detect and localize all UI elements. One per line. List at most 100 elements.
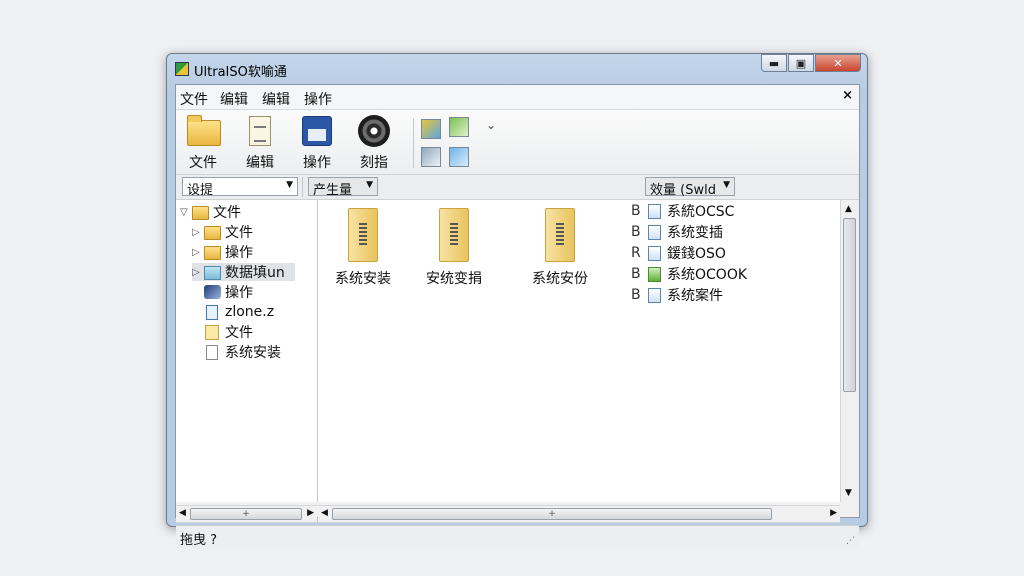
toolbar-open-button[interactable]: 文件 (180, 114, 226, 172)
total-size-combo[interactable]: 效量 (Swld ▼ (645, 177, 735, 198)
document-icon (243, 114, 277, 148)
tree-item[interactable]: zlone.z (204, 303, 274, 321)
total-size-value: 效量 (Swld (650, 183, 716, 198)
file-icon (648, 287, 661, 303)
disc-image-icon (204, 285, 221, 299)
add-files-icon[interactable] (449, 117, 469, 137)
app-window: UltraISO软喻通 ▬ ▣ ✕ 文件 编辑 编辑 操作 × 文件 编辑 操作… (166, 53, 868, 548)
toolbar-burn-button[interactable]: 刻指 (351, 114, 397, 172)
file-icon (648, 266, 661, 282)
list-item[interactable]: R 鍰錢OSO (631, 244, 726, 262)
tree-item[interactable]: 文件 (204, 323, 253, 341)
scroll-right-icon[interactable]: ▶ (830, 508, 837, 518)
menubar-close-icon[interactable]: × (842, 88, 853, 103)
scroll-right-icon[interactable]: ▶ (307, 508, 314, 518)
list-item[interactable]: B 系统案件 (631, 286, 723, 304)
scroll-thumb[interactable]: + (190, 508, 302, 520)
scroll-up-icon[interactable]: ▲ (845, 204, 852, 214)
size-combo[interactable]: 产生量 ▼ (308, 177, 378, 198)
file-icon (648, 203, 661, 219)
filter-bar: 设提 ▼ 产生量 ▼ 效量 (Swld ▼ (176, 175, 859, 200)
folder-icon (204, 226, 221, 240)
minimize-button[interactable]: ▬ (761, 54, 787, 72)
status-text: 拖曳 ? (180, 533, 218, 548)
toolbar-save-button[interactable]: 操作 (294, 114, 340, 172)
toolbar-edit-button[interactable]: 编辑 (237, 114, 283, 172)
list-item-prefix: B (631, 287, 641, 303)
tree-item-selected[interactable]: ▷ 数据填un (192, 263, 295, 281)
tree-item[interactable]: ▷ 文件 (192, 223, 253, 241)
file-icon (205, 324, 219, 340)
properties-icon[interactable] (449, 147, 469, 167)
floppy-disk-icon (300, 114, 334, 148)
scroll-thumb[interactable]: + (332, 508, 772, 520)
scroll-left-icon[interactable]: ◀ (179, 508, 186, 518)
scroll-left-icon[interactable]: ◀ (321, 508, 328, 518)
list-item-prefix: B (631, 203, 641, 219)
scroll-thumb[interactable] (843, 218, 856, 392)
zip-folder-icon (346, 208, 380, 262)
expand-icon[interactable]: ▷ (192, 227, 204, 238)
files-horizontal-scrollbar[interactable]: ◀ + ▶ (318, 505, 840, 523)
menu-edit[interactable]: 编辑 (220, 89, 248, 109)
file-item[interactable]: 安统变捐 (409, 208, 499, 288)
chevron-down-icon: ▼ (723, 180, 730, 190)
list-item[interactable]: B 系統OCSC (631, 202, 734, 220)
scroll-down-icon[interactable]: ▼ (845, 488, 852, 498)
toolbar-open-label: 文件 (189, 155, 217, 171)
folder-icon (204, 246, 221, 260)
mount-icon[interactable] (421, 147, 441, 167)
file-icon (648, 245, 661, 261)
zip-folder-icon (543, 208, 577, 262)
list-item-label: 系统案件 (667, 288, 723, 304)
tree-item-label: 系统安装 (225, 345, 281, 361)
menu-edit-2[interactable]: 编辑 (262, 89, 290, 109)
tree-item[interactable]: 操作 (204, 283, 253, 301)
tree-horizontal-scrollbar[interactable]: ◀ + ▶ (176, 505, 317, 523)
document-icon (206, 304, 218, 320)
list-item-label: 系統OCSC (667, 204, 735, 220)
tree-item-label: 数据填un (225, 265, 285, 281)
list-item[interactable]: B 系统OCOOK (631, 265, 747, 283)
chevron-down-icon: ▼ (366, 180, 373, 190)
expand-icon[interactable]: ▷ (192, 247, 204, 258)
disc-icon (357, 114, 391, 148)
path-combo-value: 设提 (187, 183, 214, 198)
maximize-button[interactable]: ▣ (788, 54, 814, 72)
list-item-prefix: R (631, 245, 641, 261)
file-icon (648, 224, 661, 240)
window-title: UltraISO软喻通 (194, 65, 287, 80)
menu-bar: 文件 编辑 编辑 操作 × (176, 85, 859, 110)
toolbar-edit-label: 编辑 (246, 155, 274, 171)
extract-icon[interactable] (421, 119, 441, 139)
path-combo[interactable]: 设提 ▼ (182, 177, 298, 198)
list-item[interactable]: B 系统变插 (631, 223, 723, 241)
tree-item[interactable]: 系统安装 (204, 343, 281, 361)
window-controls: ▬ ▣ ✕ (760, 54, 861, 74)
client-area: 文件 编辑 编辑 操作 × 文件 编辑 操作 刻指 ⌄ 设提 ▼ 产生量 ▼ 效… (175, 84, 860, 548)
menu-action[interactable]: 操作 (304, 89, 332, 109)
tree-item-label: 操作 (225, 245, 253, 261)
file-item-label: 安统变捐 (426, 271, 482, 287)
filter-separator (302, 177, 303, 197)
tree-item[interactable]: ▽ 文件 (180, 203, 241, 221)
expand-icon[interactable]: ▷ (192, 267, 204, 278)
title-bar[interactable]: UltraISO软喻通 ▬ ▣ ✕ (167, 54, 867, 84)
list-item-prefix: B (631, 266, 641, 282)
file-item-label: 系统安份 (532, 271, 588, 287)
folder-icon (204, 266, 221, 280)
size-combo-value: 产生量 (313, 183, 353, 198)
resize-grip-icon[interactable]: ⋰ (846, 536, 855, 546)
expand-icon[interactable]: ▽ (180, 207, 192, 218)
list-item-label: 系统变插 (667, 225, 723, 241)
file-item[interactable]: 系统安装 (318, 208, 408, 288)
menu-file[interactable]: 文件 (180, 89, 208, 109)
file-item[interactable]: 系统安份 (515, 208, 605, 288)
close-button[interactable]: ✕ (815, 54, 861, 72)
chevron-down-icon[interactable]: ⌄ (486, 118, 496, 132)
file-item-label: 系统安装 (335, 271, 391, 287)
vertical-scrollbar[interactable]: ▲ ▼ (840, 200, 859, 502)
toolbar-save-label: 操作 (303, 155, 331, 171)
tree-item[interactable]: ▷ 操作 (192, 243, 253, 261)
zip-folder-icon (437, 208, 471, 262)
